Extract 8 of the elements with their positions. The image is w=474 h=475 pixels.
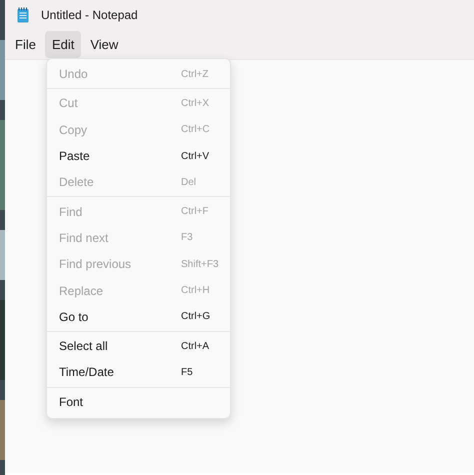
notepad-icon [17,7,29,23]
menu-item[interactable]: Time/Date F5 [47,359,230,386]
menu-bar-item[interactable]: Edit [44,31,82,58]
menu-item[interactable]: Font [47,388,230,415]
window-title: Untitled - Notepad [41,7,138,24]
menu-item[interactable]: Paste Ctrl+V [47,142,230,170]
menu-item[interactable]: Go to Ctrl+G [47,304,230,330]
menu-item[interactable]: Select all Ctrl+A [47,332,230,360]
